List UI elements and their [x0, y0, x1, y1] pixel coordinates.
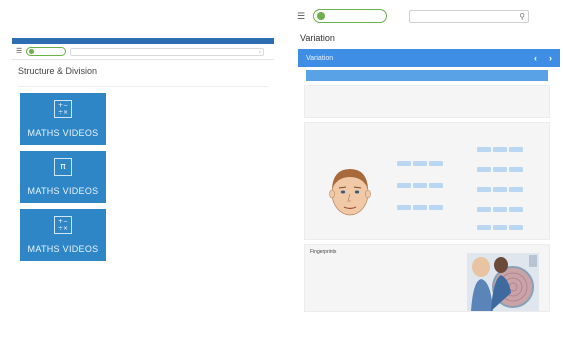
right-header: ☰ ⚲	[292, 3, 563, 29]
trait-chip[interactable]	[477, 207, 491, 212]
left-browser-window: ☰ ⚲ Structure & Division +− ÷× MATHS VID…	[12, 38, 274, 328]
lesson-nav-bar: Variation ‹ ›	[298, 49, 560, 67]
video-card[interactable]: +− ÷× MATHS VIDEOS	[20, 93, 268, 145]
trait-chip[interactable]	[509, 167, 523, 172]
left-header: ☰ ⚲	[12, 44, 274, 60]
page-title: Variation	[300, 33, 335, 43]
maths-operators-icon: +− ÷×	[54, 216, 72, 234]
fingerprints-panel: Fingerprints	[304, 244, 550, 312]
maths-operators-icon: +− ÷×	[54, 100, 72, 118]
trait-chip[interactable]	[397, 205, 411, 210]
section-heading	[306, 70, 548, 81]
trait-options	[477, 187, 523, 192]
video-card[interactable]: π MATHS VIDEOS	[20, 151, 268, 203]
trait-options	[477, 147, 523, 152]
trait-options	[397, 161, 443, 166]
trait-options	[397, 205, 443, 210]
definition-panel	[304, 85, 550, 118]
trait-chip[interactable]	[397, 161, 411, 166]
video-thumbnail[interactable]: +− ÷× MATHS VIDEOS	[20, 93, 106, 145]
sort-row	[18, 84, 268, 87]
trait-chip[interactable]	[493, 187, 507, 192]
trait-chip[interactable]	[429, 161, 443, 166]
trait-chip[interactable]	[477, 167, 491, 172]
trait-options	[477, 167, 523, 172]
thumbnail-brand: MATHS VIDEOS	[27, 128, 99, 138]
trait-chip[interactable]	[413, 161, 427, 166]
logo-emblem-icon	[29, 49, 35, 54]
trait-chip[interactable]	[509, 147, 523, 152]
page-title: Structure & Division	[18, 66, 98, 76]
trait-chip[interactable]	[429, 205, 443, 210]
video-thumbnail[interactable]: π MATHS VIDEOS	[20, 151, 106, 203]
trait-chip[interactable]	[477, 187, 491, 192]
logo-emblem-icon	[317, 12, 326, 20]
lesson-pagination: ‹ ›	[534, 53, 552, 63]
hamburger-icon[interactable]: ☰	[16, 48, 22, 55]
trait-chip[interactable]	[477, 147, 491, 152]
right-browser-window: ☰ ⚲ Variation Variation ‹ › Fingerprints	[292, 3, 563, 339]
trait-chip[interactable]	[493, 147, 507, 152]
search-input[interactable]: ⚲	[70, 47, 264, 56]
thumbnail-brand: MATHS VIDEOS	[27, 186, 99, 196]
trait-chip[interactable]	[429, 183, 443, 188]
search-icon[interactable]: ⚲	[519, 12, 525, 21]
trait-group	[477, 165, 523, 172]
trait-chip[interactable]	[477, 225, 491, 230]
site-logo[interactable]	[313, 9, 388, 23]
site-logo[interactable]	[26, 47, 67, 56]
face-illustration	[329, 169, 371, 216]
lesson-title: Variation	[306, 54, 334, 62]
trait-group	[477, 185, 523, 192]
video-info	[112, 209, 268, 261]
trait-options	[397, 183, 443, 188]
trait-chip[interactable]	[509, 207, 523, 212]
trait-group	[397, 159, 443, 166]
trait-group	[397, 203, 443, 210]
forensics-photo	[467, 253, 539, 311]
trait-chip[interactable]	[493, 207, 507, 212]
search-icon[interactable]: ⚲	[259, 50, 261, 54]
trait-group	[477, 223, 523, 230]
trait-chip[interactable]	[413, 183, 427, 188]
trait-chip[interactable]	[413, 205, 427, 210]
chevron-left-icon[interactable]: ‹	[534, 53, 537, 63]
examples-panel	[304, 122, 550, 240]
trait-chip[interactable]	[493, 225, 507, 230]
trait-group	[477, 145, 523, 152]
search-input[interactable]: ⚲	[409, 9, 530, 23]
trait-chip[interactable]	[509, 225, 523, 230]
hamburger-icon[interactable]: ☰	[297, 11, 305, 21]
video-info	[112, 93, 268, 145]
trait-options	[477, 225, 523, 230]
chevron-right-icon[interactable]: ›	[549, 53, 552, 63]
video-thumbnail[interactable]: +− ÷× MATHS VIDEOS	[20, 209, 106, 261]
video-info	[112, 151, 268, 203]
trait-options	[477, 207, 523, 212]
trait-group	[477, 205, 523, 212]
trait-chip[interactable]	[397, 183, 411, 188]
left-tabs	[18, 79, 274, 80]
video-card[interactable]: +− ÷× MATHS VIDEOS	[20, 209, 268, 261]
trait-chip[interactable]	[509, 187, 523, 192]
thumbnail-brand: MATHS VIDEOS	[27, 244, 99, 254]
pi-icon: π	[54, 158, 72, 176]
trait-group	[397, 181, 443, 188]
trait-chip[interactable]	[493, 167, 507, 172]
